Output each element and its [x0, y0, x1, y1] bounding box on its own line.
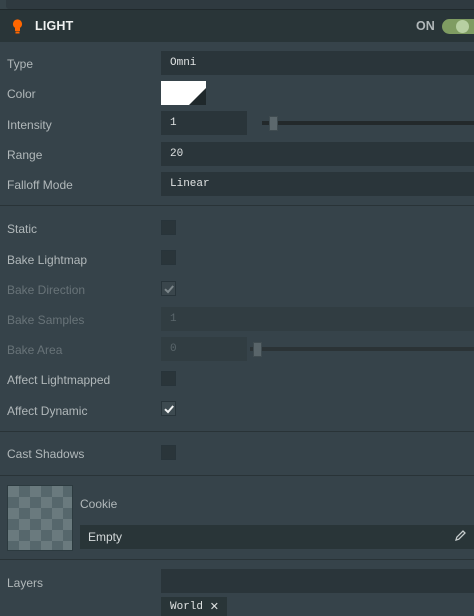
swatch-corner	[189, 88, 206, 105]
cast-shadows-label: Cast Shadows	[7, 447, 85, 461]
intensity-label: Intensity	[7, 118, 52, 132]
checkmark-icon	[164, 405, 174, 414]
bake-direction-label: Bake Direction	[7, 283, 86, 297]
layer-tag-label: World	[170, 601, 204, 613]
cookie-label: Cookie	[80, 497, 118, 511]
intensity-slider-track[interactable]	[262, 121, 474, 125]
bake-area-label: Bake Area	[7, 343, 63, 357]
bake-lightmap-checkbox[interactable]	[161, 250, 176, 265]
layer-tag-world[interactable]: World ✕	[161, 597, 227, 616]
affect-dynamic-label: Affect Dynamic	[7, 404, 88, 418]
affect-dynamic-checkbox[interactable]	[161, 401, 176, 416]
pencil-icon[interactable]	[454, 529, 467, 542]
bake-samples-label: Bake Samples	[7, 313, 85, 327]
static-checkbox[interactable]	[161, 220, 176, 235]
falloff-mode-label: Falloff Mode	[7, 178, 73, 192]
bake-area-slider-track[interactable]	[250, 347, 474, 351]
cast-shadows-checkbox[interactable]	[161, 445, 176, 460]
static-label: Static	[7, 222, 38, 236]
section-divider	[0, 559, 474, 560]
cookie-texture-thumbnail[interactable]	[7, 485, 73, 551]
checkmark-icon	[164, 285, 174, 294]
top-strip	[0, 0, 474, 9]
range-label: Range	[7, 148, 43, 162]
light-panel-header[interactable]: LIGHT ON	[0, 9, 474, 42]
bake-direction-checkbox[interactable]	[161, 281, 176, 296]
panel-title: LIGHT	[35, 19, 74, 33]
type-label: Type	[7, 57, 34, 71]
bake-area-input[interactable]: 0	[161, 337, 247, 361]
previous-panel-edge	[6, 0, 474, 9]
section-divider	[0, 205, 474, 206]
type-select[interactable]: Omni	[161, 51, 474, 75]
layers-search-input[interactable]	[161, 569, 474, 593]
layers-label: Layers	[7, 576, 44, 590]
bake-area-slider-handle[interactable]	[253, 342, 262, 357]
affect-lightmapped-checkbox[interactable]	[161, 371, 176, 386]
cookie-asset-value: Empty	[88, 530, 123, 544]
range-input[interactable]: 20	[161, 142, 474, 166]
affect-lightmapped-label: Affect Lightmapped	[7, 373, 111, 387]
color-label: Color	[7, 87, 36, 101]
bake-samples-input[interactable]: 1	[161, 307, 474, 331]
toggle-label: ON	[416, 19, 435, 33]
intensity-slider-handle[interactable]	[269, 116, 278, 131]
lightbulb-icon	[12, 19, 23, 34]
section-divider	[0, 431, 474, 432]
close-icon[interactable]: ✕	[210, 600, 219, 613]
toggle-knob[interactable]	[456, 20, 469, 33]
enable-toggle[interactable]	[442, 19, 474, 34]
falloff-mode-select[interactable]: Linear	[161, 172, 474, 196]
color-picker-swatch[interactable]	[161, 81, 206, 105]
bake-lightmap-label: Bake Lightmap	[7, 253, 88, 267]
intensity-input[interactable]: 1	[161, 111, 247, 135]
section-divider	[0, 475, 474, 476]
cookie-asset-field[interactable]: Empty	[80, 525, 474, 549]
